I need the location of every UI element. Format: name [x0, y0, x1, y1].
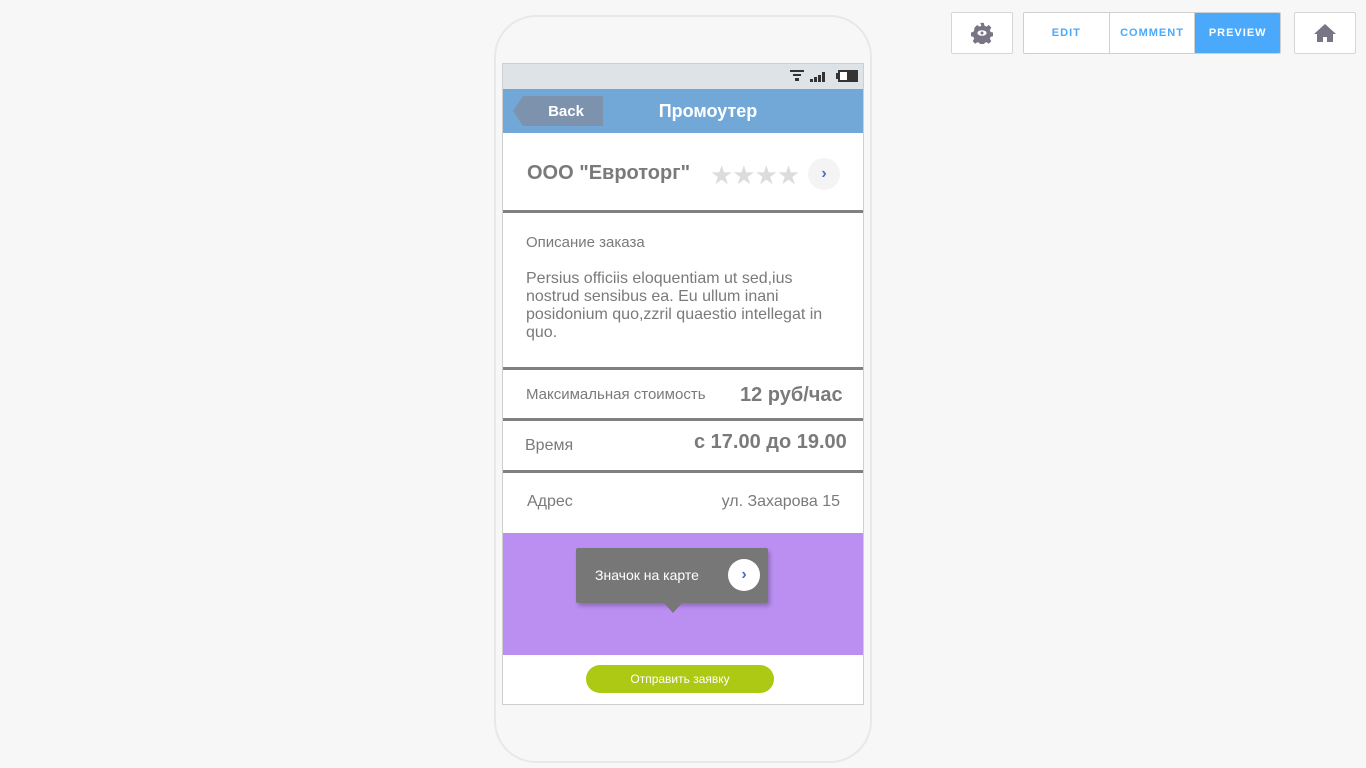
phone-screen: Back Промоутер ООО "Евроторг" ★★★★ › Опи… — [502, 63, 864, 705]
divider — [503, 418, 863, 421]
chevron-right-icon: › — [741, 566, 747, 583]
map-tooltip: Значок на карте › — [576, 548, 768, 613]
address-value: ул. Захарова 15 — [721, 493, 840, 510]
time-value: с 17.00 до 19.00 — [694, 431, 847, 453]
gear-icon — [971, 22, 993, 44]
address-label: Адрес — [527, 493, 573, 510]
tab-preview[interactable]: PREVIEW — [1195, 13, 1280, 53]
settings-button[interactable] — [951, 12, 1013, 54]
company-details-button[interactable]: › — [808, 158, 840, 190]
tab-comment[interactable]: COMMENT — [1110, 13, 1196, 53]
home-button[interactable] — [1294, 12, 1356, 54]
divider — [503, 367, 863, 370]
divider — [503, 210, 863, 213]
tab-edit[interactable]: EDIT — [1024, 13, 1110, 53]
submit-request-button[interactable]: Отправить заявку — [586, 665, 774, 693]
rating-stars: ★★★★ — [710, 160, 800, 190]
tooltip-pointer — [664, 603, 682, 613]
tooltip-details-button[interactable]: › — [728, 559, 760, 591]
signal-icon — [810, 72, 825, 82]
tooltip-label: Значок на карте — [595, 567, 699, 583]
price-label: Максимальная стоимость — [526, 386, 706, 403]
back-button[interactable]: Back — [513, 96, 603, 126]
price-value: 12 руб/час — [740, 384, 843, 406]
company-name: ООО "Евроторг" — [527, 162, 691, 184]
mode-switch: EDIT COMMENT PREVIEW — [1023, 12, 1281, 54]
wifi-icon — [790, 70, 804, 81]
divider — [503, 470, 863, 473]
time-label: Время — [525, 437, 574, 454]
status-bar — [503, 64, 863, 89]
description-label: Описание заказа — [526, 234, 645, 251]
page-title: Промоутер — [658, 101, 758, 121]
description-text: Persius officiis eloquentiam ut sed,ius … — [526, 270, 823, 341]
battery-icon — [836, 70, 858, 82]
map-area[interactable]: Значок на карте › — [503, 533, 863, 655]
home-icon — [1314, 24, 1336, 42]
nav-header: Back Промоутер — [503, 89, 863, 133]
chevron-right-icon: › — [821, 165, 827, 182]
